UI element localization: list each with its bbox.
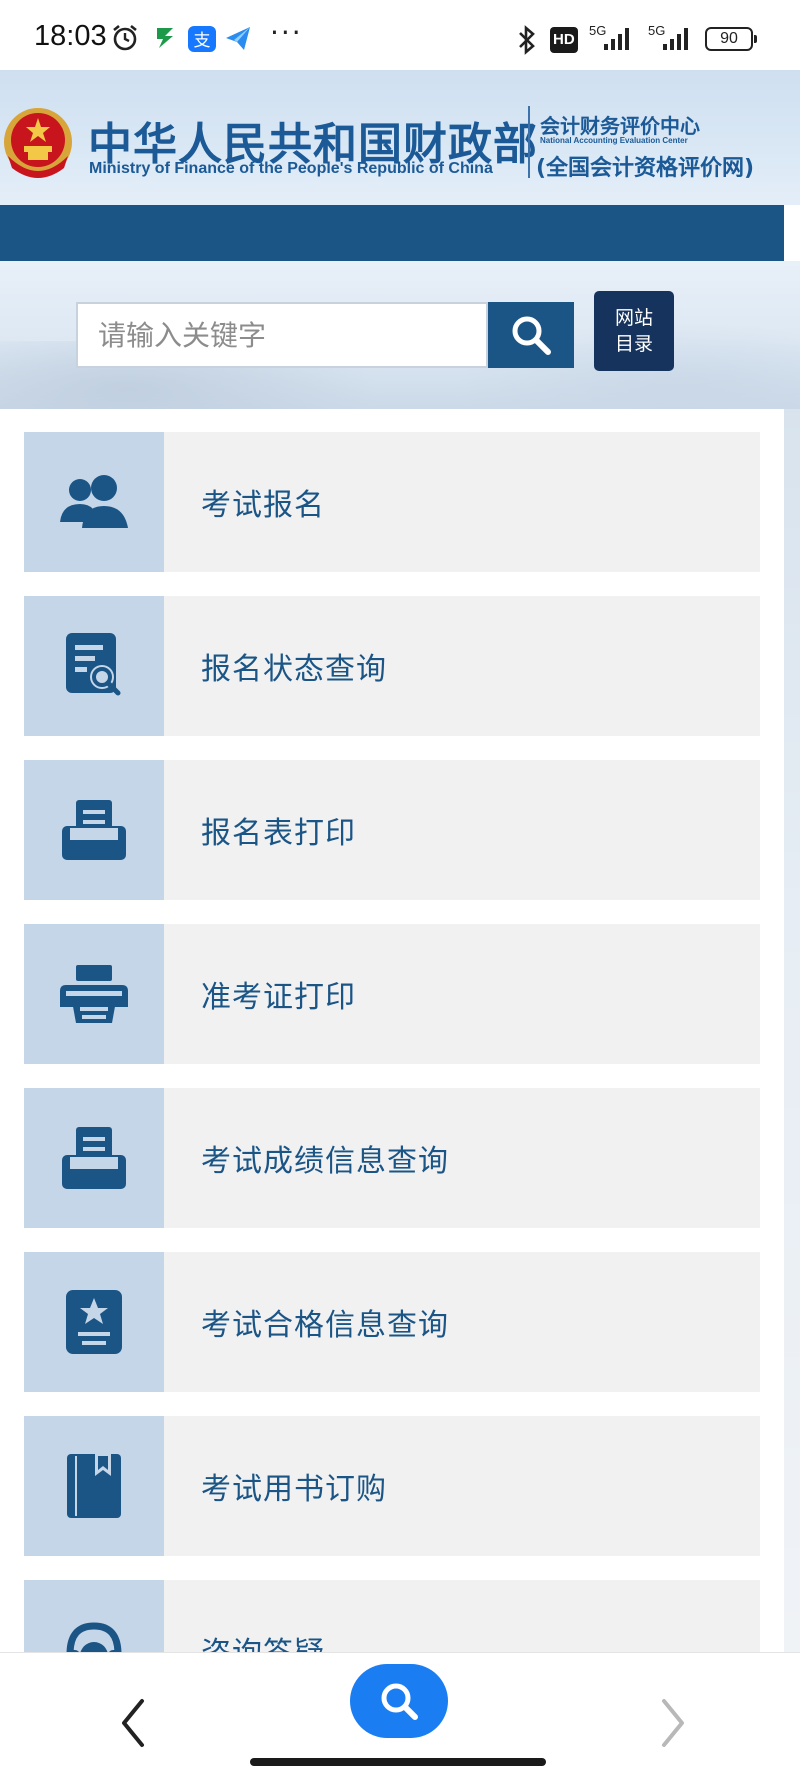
- document-search-icon: [66, 633, 121, 696]
- menu-item-score-query[interactable]: 考试成绩信息查询: [24, 1088, 760, 1228]
- menu-item-exam-registration[interactable]: 考试报名: [24, 432, 760, 572]
- menu-label: 准考证打印: [201, 980, 356, 1015]
- search-area: 网站 目录: [0, 261, 800, 409]
- menu-label: 咨询答疑: [201, 1628, 325, 1652]
- battery-indicator: 90: [705, 27, 757, 51]
- search-icon: [512, 316, 551, 355]
- menu-item-registration-form-print[interactable]: 报名表打印: [24, 760, 760, 900]
- search-icon: [381, 1683, 418, 1720]
- finance-app-icon: [157, 28, 173, 48]
- menu-icon-box: [24, 1580, 164, 1652]
- search-input[interactable]: [78, 304, 486, 366]
- back-button[interactable]: [112, 1693, 156, 1753]
- menu-label: 报名表打印: [201, 816, 356, 851]
- ministry-subtitle: Ministry of Finance of the People's Repu…: [89, 160, 493, 177]
- paper-plane-icon: [226, 27, 250, 50]
- book-icon: [67, 1454, 121, 1518]
- bluetooth-icon: [519, 25, 535, 55]
- menu-icon-box: [24, 1416, 164, 1556]
- menu-item-registration-status[interactable]: 报名状态查询: [24, 596, 760, 736]
- menu-icon-box: [24, 432, 164, 572]
- navigation-bar: [0, 205, 784, 261]
- headset-icon: [66, 1622, 122, 1652]
- alipay-icon: 支: [188, 26, 216, 52]
- menu-icon-box: [24, 924, 164, 1064]
- menu-label: 考试成绩信息查询: [201, 1144, 449, 1179]
- floating-search-button[interactable]: [350, 1664, 448, 1738]
- forward-button[interactable]: [650, 1693, 694, 1753]
- tray-doc-icon: [62, 1127, 126, 1189]
- menu-item-consultation[interactable]: 咨询答疑: [24, 1580, 760, 1652]
- signal-strength-icon: [604, 28, 629, 50]
- menu-icon-box: [24, 1088, 164, 1228]
- signal-strength-icon-2: [663, 28, 688, 50]
- search-button[interactable]: [488, 302, 574, 368]
- sitemap-button[interactable]: 网站 目录: [594, 291, 674, 371]
- center-site-name: (全国会计资格评价网): [536, 156, 755, 181]
- national-emblem-icon[interactable]: [2, 106, 74, 182]
- menu-icon-box: [24, 596, 164, 736]
- menu-icon-box: [24, 1252, 164, 1392]
- certificate-icon: [66, 1290, 122, 1354]
- svg-text:支: 支: [194, 31, 211, 51]
- menu-label: 报名状态查询: [201, 652, 387, 687]
- menu-icon-box: [24, 760, 164, 900]
- menu-label: 考试合格信息查询: [201, 1308, 449, 1343]
- sitemap-label-line1: 网站: [614, 307, 653, 329]
- more-notifications-indicator: ···: [270, 16, 303, 49]
- center-name: 会计财务评价中心: [540, 114, 700, 138]
- menu-item-textbook-order[interactable]: 考试用书订购: [24, 1416, 760, 1556]
- alarm-clock-icon: [113, 24, 137, 51]
- site-header: 中华人民共和国财政部 Ministry of Finance of the Pe…: [0, 70, 800, 205]
- users-icon: [60, 475, 128, 528]
- tray-print-icon: [62, 800, 126, 860]
- browser-bottom-bar: [0, 1652, 800, 1778]
- printer-icon: [60, 965, 128, 1023]
- search-box: [76, 302, 488, 368]
- menu-item-admission-ticket-print[interactable]: 准考证打印: [24, 924, 760, 1064]
- menu-item-qualification-query[interactable]: 考试合格信息查询: [24, 1252, 760, 1392]
- menu-label: 考试报名: [201, 488, 325, 523]
- center-english-name: National Accounting Evaluation Center: [540, 136, 688, 145]
- sitemap-label-line2: 目录: [614, 333, 653, 355]
- chevron-left-icon: [122, 1699, 144, 1747]
- service-menu: 考试报名 报名状态查询 报名表打印 准考证打印 考试成绩信息查询 考试合格信息查…: [0, 409, 784, 1652]
- status-bar: 18:03 支 ··· HD 5G 5G 90: [0, 0, 800, 70]
- page-edge-strip: [784, 409, 800, 1652]
- hd-voice-badge: HD: [550, 27, 578, 53]
- status-time: 18:03: [34, 20, 107, 52]
- header-divider: [528, 106, 530, 178]
- menu-label: 考试用书订购: [201, 1472, 387, 1507]
- chevron-right-icon: [662, 1699, 684, 1747]
- home-indicator[interactable]: [250, 1758, 546, 1766]
